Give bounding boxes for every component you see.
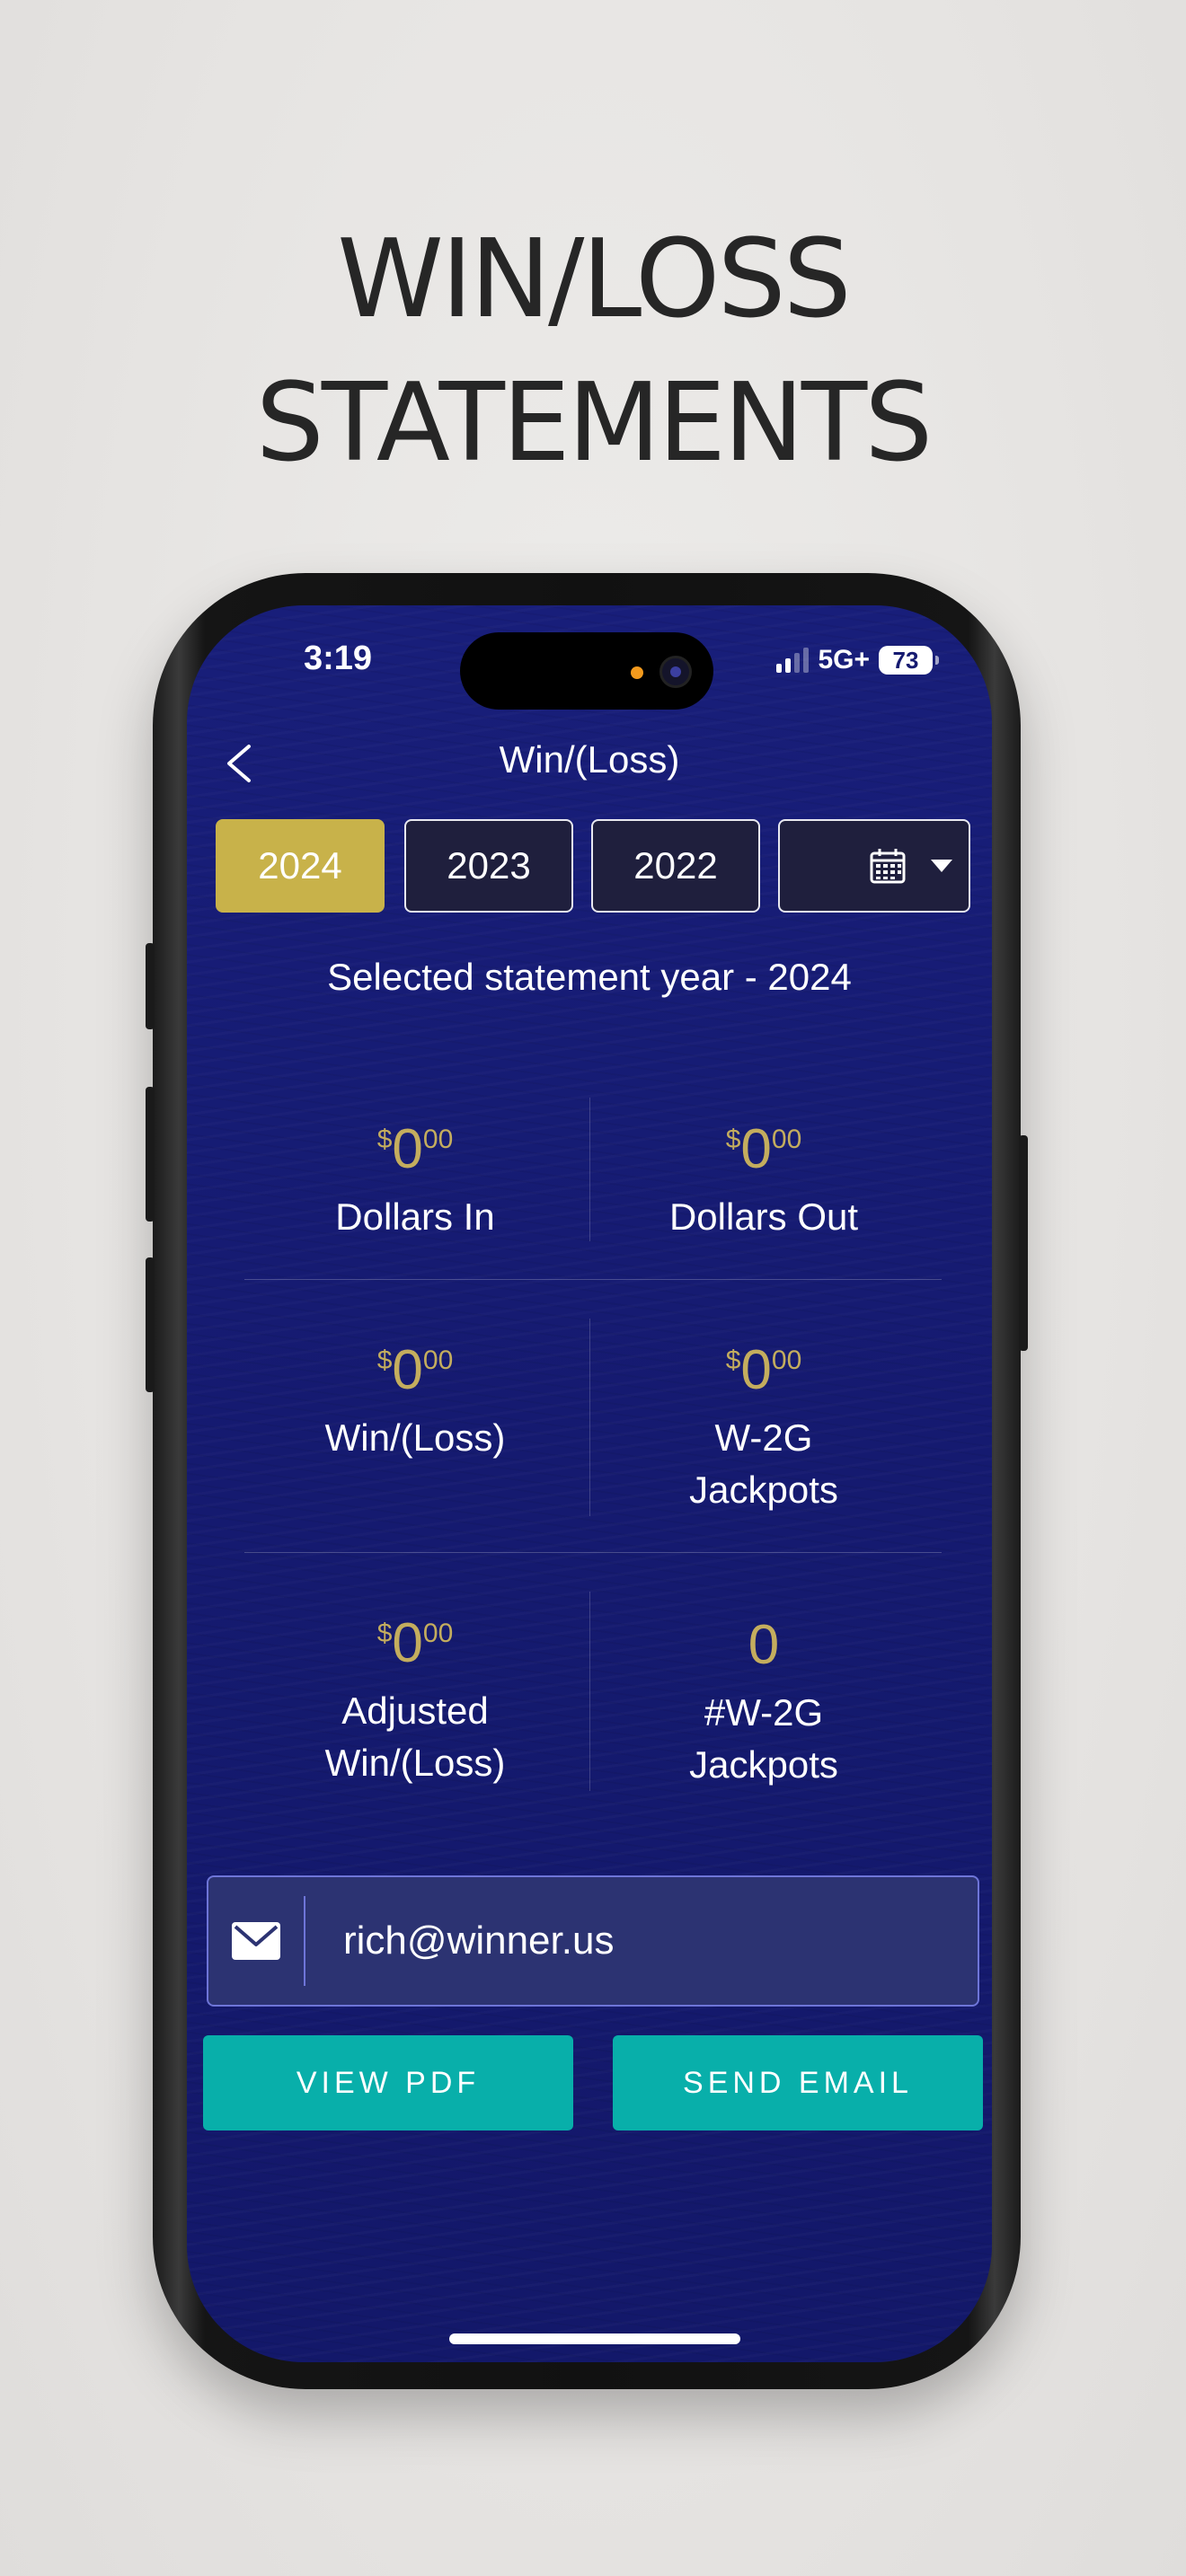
stat-value: $0 00 <box>376 1612 454 1674</box>
stat-value: $0 00 <box>376 1339 454 1401</box>
tab-label: 2022 <box>633 844 718 887</box>
stat-label: Dollars Out <box>668 1195 859 1238</box>
headline-line-1: WIN/LOSS <box>337 217 852 342</box>
stat-label: Adjusted Win/(Loss) <box>324 1689 506 1784</box>
phone-volume-up-button <box>146 1087 155 1222</box>
stat-dollars-in: $0 00 Dollars In <box>241 1114 589 1243</box>
phone-action-button <box>146 943 155 1029</box>
year-picker-dropdown[interactable] <box>778 819 970 913</box>
divider <box>244 1552 942 1553</box>
email-input[interactable] <box>305 1877 978 2005</box>
battery-icon: 73 <box>879 646 939 675</box>
cellular-signal-icon <box>776 648 810 673</box>
stat-value: $0 00 <box>725 1339 802 1401</box>
calendar-icon <box>870 849 906 884</box>
stat-value: $0 00 <box>376 1118 454 1180</box>
camera-icon <box>659 656 692 688</box>
divider <box>244 1279 942 1280</box>
stat-value: $0 00 <box>725 1118 802 1180</box>
network-type: 5G+ <box>818 645 870 675</box>
view-pdf-button[interactable]: VIEW PDF <box>203 2035 573 2130</box>
headline: WIN/LOSS STATEMENTS <box>0 208 1186 496</box>
privacy-indicator-dot <box>631 666 643 679</box>
tab-year-2022[interactable]: 2022 <box>591 819 760 913</box>
envelope-icon <box>232 1922 280 1960</box>
tab-year-2023[interactable]: 2023 <box>404 819 573 913</box>
send-email-button[interactable]: SEND EMAIL <box>613 2035 983 2130</box>
tab-label: 2024 <box>258 844 342 887</box>
caret-down-icon <box>931 860 952 872</box>
stat-dollars-out: $0 00 Dollars Out <box>589 1114 938 1243</box>
stat-adjusted-win-loss: $0 00 Adjusted Win/(Loss) <box>241 1608 589 1789</box>
home-indicator[interactable] <box>449 2333 740 2344</box>
page-title: Win/(Loss) <box>499 738 680 781</box>
tab-label: 2023 <box>447 844 531 887</box>
stat-w2g-jackpots: $0 00 W-2G Jackpots <box>589 1335 938 1516</box>
status-indicators: 5G+ 73 <box>776 645 939 675</box>
email-field-container <box>207 1875 979 2007</box>
stat-value: 0 <box>748 1614 780 1676</box>
stat-label: #W-2G Jackpots <box>689 1691 838 1786</box>
phone-volume-down-button <box>146 1257 155 1392</box>
stat-label: W-2G Jackpots <box>689 1416 838 1511</box>
selected-year-text: Selected statement year - 2024 <box>327 956 852 998</box>
stat-win-loss: $0 00 Win/(Loss) <box>241 1335 589 1464</box>
headline-line-2: STATEMENTS <box>255 361 934 486</box>
app-screen: 3:19 5G+ 73 Win/(Loss) 2024 2023 2022 Se… <box>187 605 992 2362</box>
email-icon-wrapper <box>208 1877 304 2005</box>
status-time: 3:19 <box>304 640 373 677</box>
dynamic-island <box>460 632 713 710</box>
phone-power-button <box>1019 1135 1028 1351</box>
tab-year-2024[interactable]: 2024 <box>216 819 385 913</box>
stat-label: Dollars In <box>335 1195 495 1238</box>
stat-label: Win/(Loss) <box>324 1416 506 1459</box>
stat-w2g-count: 0 #W-2G Jackpots <box>589 1610 938 1791</box>
